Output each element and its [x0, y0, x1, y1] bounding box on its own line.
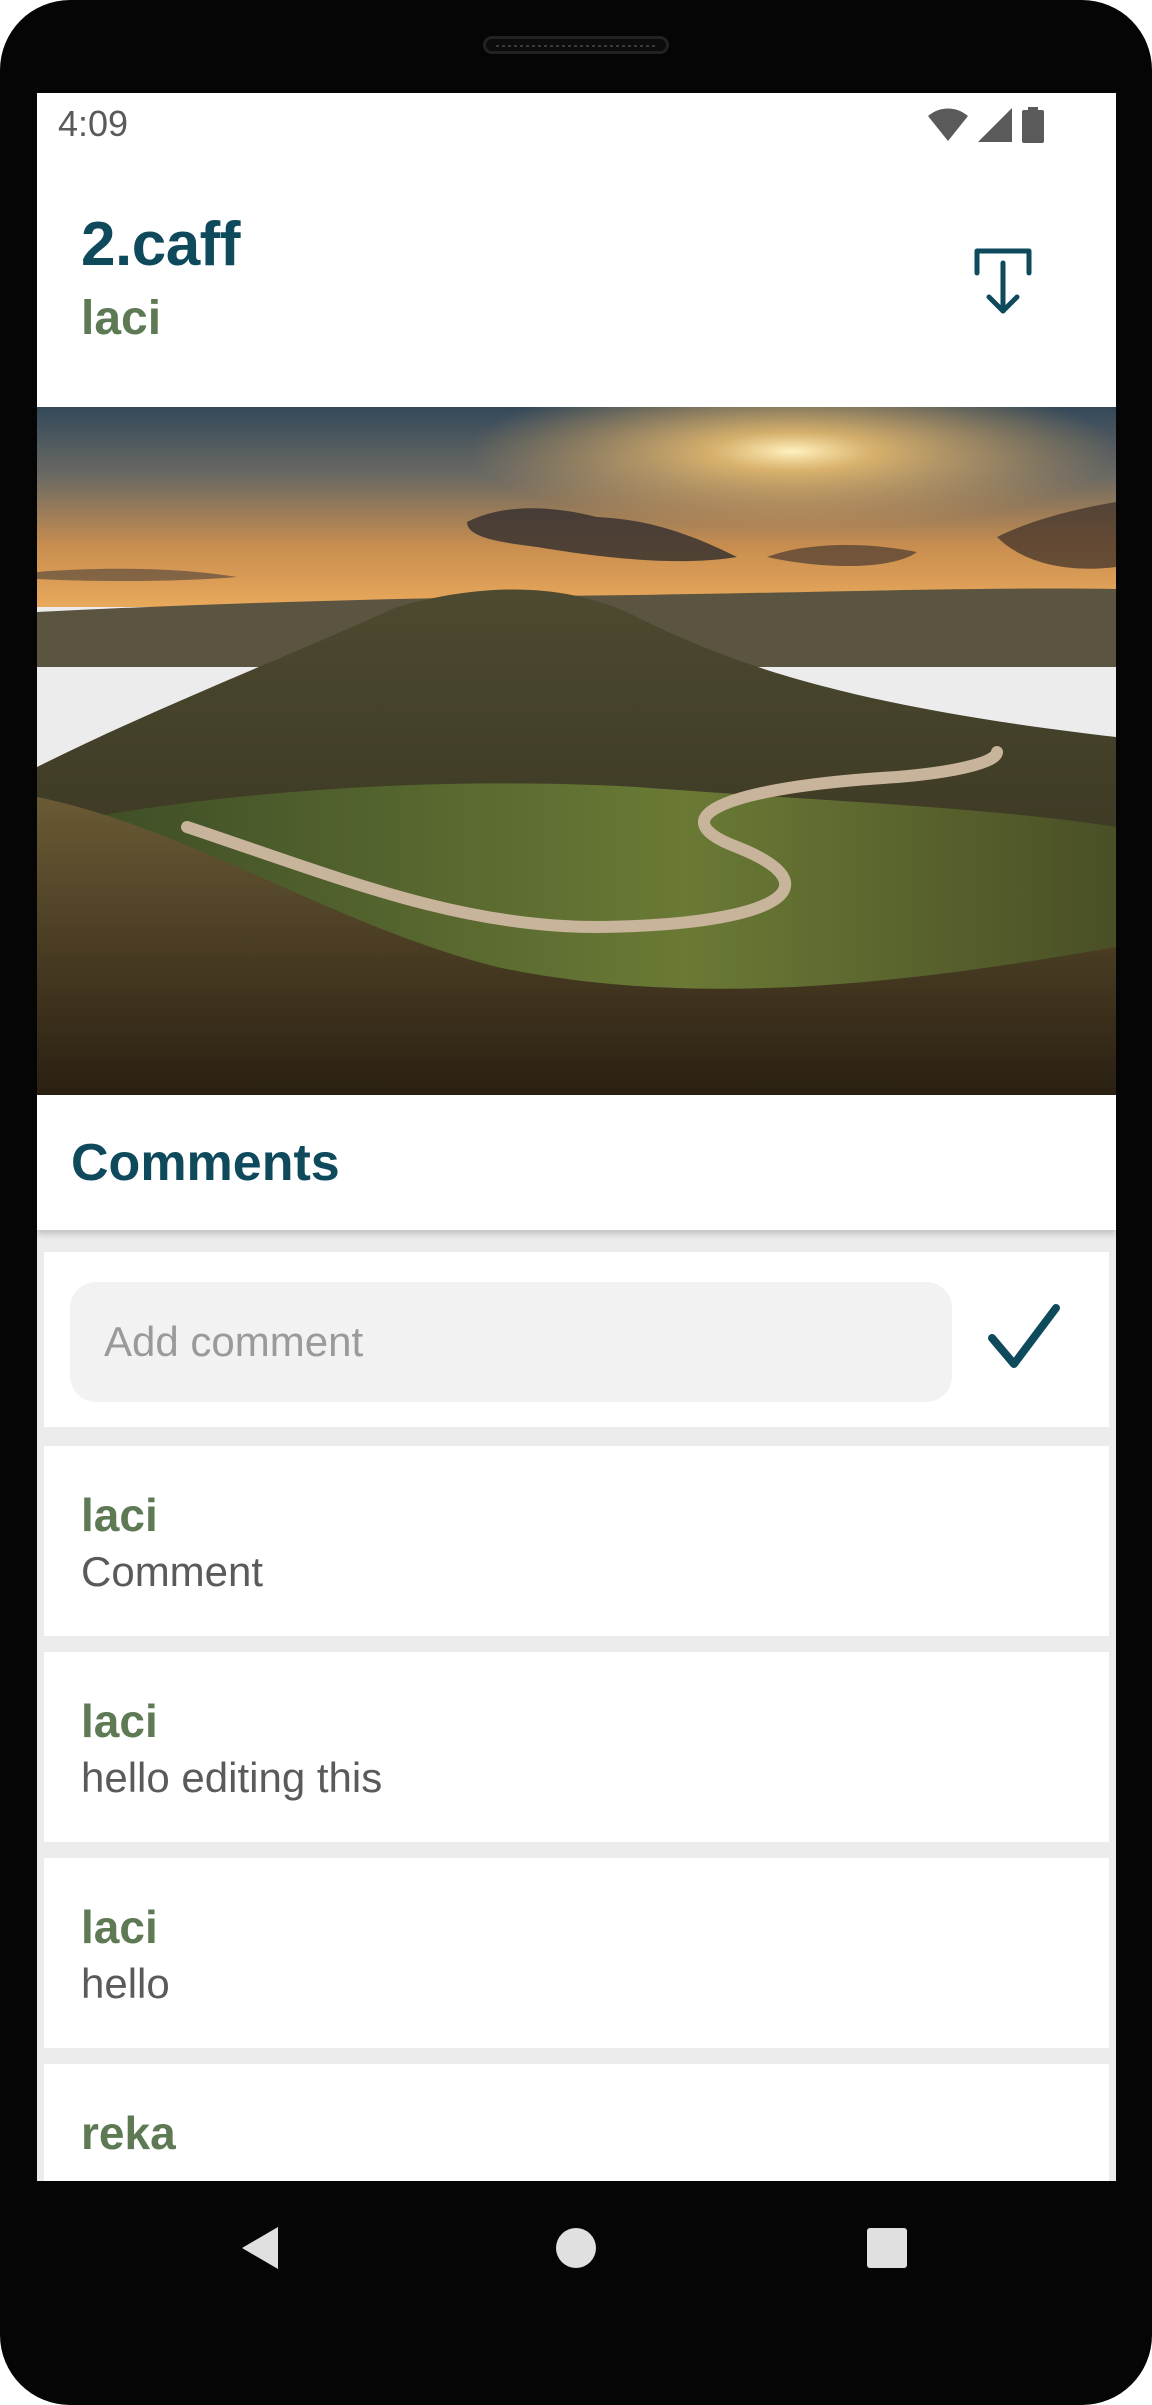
comment-author: laci — [81, 1901, 158, 1953]
status-time: 4:09 — [58, 103, 129, 144]
wifi-icon — [928, 108, 968, 141]
status-icons — [928, 105, 1044, 145]
submit-comment-button[interactable] — [984, 1298, 1064, 1378]
home-icon — [556, 2228, 596, 2268]
battery-icon — [1022, 107, 1044, 143]
comment-author: laci — [81, 1695, 158, 1747]
home-button[interactable] — [555, 2227, 597, 2269]
photo-illustration — [37, 407, 1116, 1095]
comment-item[interactable]: laci hello — [44, 1858, 1109, 2048]
comments-header: Comments — [37, 1095, 1116, 1230]
comment-item[interactable]: reka — [44, 2064, 1109, 2181]
recents-icon — [867, 2228, 907, 2268]
app-screen: 4:09 2.caff laci Comments Add comment la… — [37, 93, 1116, 2181]
comment-item[interactable]: laci Comment — [44, 1446, 1109, 1636]
comments-title: Comments — [71, 1134, 340, 1192]
comment-text: hello editing this — [81, 1754, 383, 1801]
back-button[interactable] — [240, 2225, 280, 2271]
file-title: 2.caff — [81, 210, 240, 279]
phone-frame: 4:09 2.caff laci Comments Add comment la… — [0, 0, 1152, 2405]
download-icon — [974, 248, 1032, 314]
comment-text: Comment — [81, 1548, 264, 1595]
recents-button[interactable] — [866, 2227, 908, 2269]
file-header: 2.caff laci — [37, 159, 1116, 407]
add-comment-card — [44, 1252, 1109, 1427]
comment-input[interactable] — [70, 1282, 952, 1402]
comment-text: hello — [81, 1960, 170, 2007]
check-icon — [988, 1304, 1060, 1368]
comment-item[interactable]: laci hello editing this — [44, 1652, 1109, 1842]
landscape-photo — [37, 407, 1116, 1095]
speaker-grille — [483, 36, 669, 54]
status-bar: 4:09 — [37, 93, 1116, 159]
comment-list: laci Comment laci hello editing this lac… — [44, 1446, 1109, 2181]
navigation-bar — [0, 2181, 1152, 2315]
owner-name[interactable]: laci — [81, 291, 161, 346]
download-button[interactable] — [963, 243, 1043, 323]
back-icon — [242, 2227, 278, 2269]
comment-author: laci — [81, 1489, 158, 1541]
comment-author: reka — [81, 2107, 176, 2159]
signal-icon — [978, 108, 1012, 142]
